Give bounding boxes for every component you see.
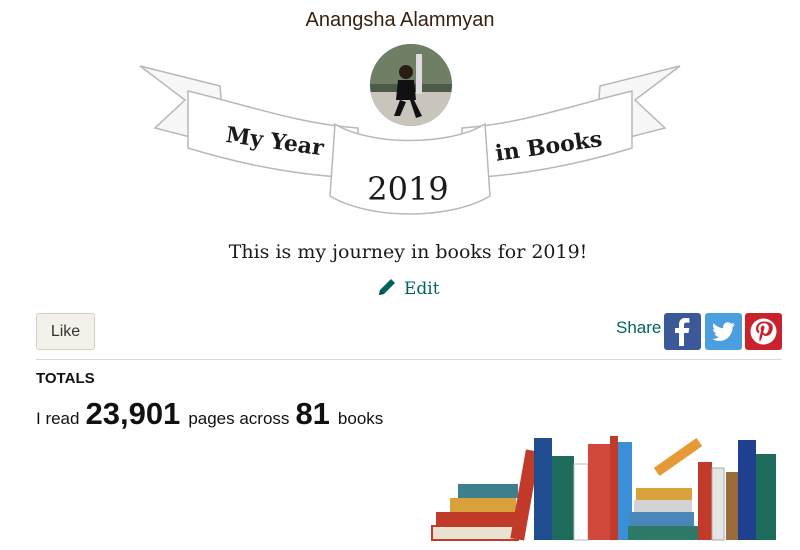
avatar[interactable] (368, 42, 454, 128)
user-name: Anangsha Alammyan (305, 9, 495, 31)
facebook-icon (675, 318, 690, 346)
books-illustration (431, 436, 776, 541)
edit-link[interactable]: Edit (376, 276, 440, 302)
pinterest-icon (750, 318, 777, 345)
pencil-icon (376, 276, 398, 303)
share-label: Share (616, 318, 662, 337)
divider (36, 359, 782, 360)
totals-middle: pages across (188, 409, 290, 428)
edit-label: Edit (404, 279, 440, 299)
totals-suffix: books (337, 409, 384, 428)
books-count: 81 (295, 396, 330, 431)
totals-summary: I read 23,901 pages across 81 books (36, 396, 383, 436)
tagline: This is my journey in books for 2019! (228, 241, 588, 263)
pages-count: 23,901 (85, 396, 181, 431)
totals-heading: TOTALS (36, 370, 95, 387)
twitter-icon (712, 322, 735, 341)
banner-year: 2019 (367, 170, 448, 208)
facebook-share-button[interactable] (664, 313, 701, 350)
totals-prefix: I read (36, 409, 80, 428)
twitter-share-button[interactable] (705, 313, 742, 350)
like-button[interactable]: Like (36, 313, 95, 350)
pinterest-share-button[interactable] (745, 313, 782, 350)
